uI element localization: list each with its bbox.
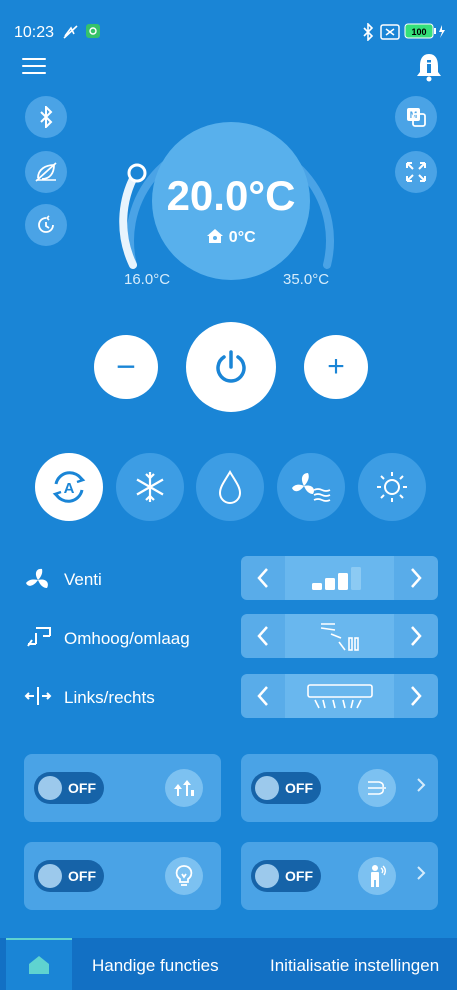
snowflake-icon bbox=[136, 472, 164, 502]
auto-mode-icon: A bbox=[52, 471, 86, 503]
bottom-navigation: Handige functies Initialisatie instellin… bbox=[0, 938, 457, 990]
boost-card: OFF bbox=[24, 754, 221, 822]
indoor-temperature: 0°C bbox=[152, 228, 310, 247]
person-sensor-toggle-state: OFF bbox=[285, 868, 313, 884]
vertical-swing-icon bbox=[26, 624, 52, 655]
fan-mode-icon bbox=[292, 473, 331, 502]
airflow-chevron-icon bbox=[416, 777, 426, 798]
max-temperature: 35.0°C bbox=[283, 271, 330, 288]
hamburger-menu-button[interactable] bbox=[22, 58, 46, 76]
horizontal-swing-next-button[interactable] bbox=[394, 674, 438, 718]
boost-toggle[interactable]: OFF bbox=[34, 772, 104, 804]
bluetooth-status-icon bbox=[362, 22, 374, 44]
fan-speed-next-button[interactable] bbox=[394, 556, 438, 600]
person-sensor-icon bbox=[358, 857, 396, 895]
boost-toggle-state: OFF bbox=[68, 780, 96, 796]
status-time: 10:23 bbox=[14, 24, 55, 41]
person-sensor-toggle[interactable]: OFF bbox=[251, 860, 321, 892]
horizontal-swing-label: Links/rechts bbox=[64, 688, 155, 707]
power-button[interactable] bbox=[186, 322, 276, 412]
light-toggle[interactable]: OFF bbox=[34, 860, 104, 892]
increase-button[interactable]: + bbox=[304, 335, 368, 399]
fan-speed-prev-button[interactable] bbox=[241, 556, 285, 600]
expand-button[interactable] bbox=[395, 151, 437, 193]
vertical-swing-next-button[interactable] bbox=[394, 614, 438, 658]
tab-handige-functies[interactable]: Handige functies bbox=[92, 956, 219, 976]
indoor-temp-value: 0°C bbox=[228, 229, 256, 246]
mode-auto-button[interactable]: A bbox=[35, 453, 103, 521]
home-icon bbox=[207, 229, 224, 243]
airflow-icon bbox=[358, 769, 396, 807]
timer-button[interactable] bbox=[25, 204, 67, 246]
airflow-toggle-state: OFF bbox=[285, 780, 313, 796]
horizontal-swing-indicator bbox=[285, 674, 394, 718]
sun-icon bbox=[377, 472, 407, 502]
mute-icon bbox=[62, 24, 80, 43]
water-drop-icon bbox=[218, 470, 242, 504]
no-sim-icon bbox=[380, 24, 400, 43]
home-tab-icon bbox=[29, 956, 49, 974]
power-icon bbox=[216, 350, 246, 383]
set-temperature: 20.0°C bbox=[166, 172, 296, 219]
fan-speed-indicator bbox=[285, 556, 394, 600]
airflow-card[interactable]: OFF bbox=[241, 754, 438, 822]
vertical-swing-prev-button[interactable] bbox=[241, 614, 285, 658]
fan-speed-control bbox=[241, 556, 438, 600]
vertical-swing-control bbox=[241, 614, 438, 658]
app-notification-icon bbox=[86, 24, 100, 41]
bell-info-icon[interactable] bbox=[416, 52, 442, 82]
mode-cool-button[interactable] bbox=[116, 453, 184, 521]
svg-text:A: A bbox=[64, 480, 75, 497]
person-sensor-card[interactable]: OFF bbox=[241, 842, 438, 910]
tab-home[interactable] bbox=[6, 938, 72, 990]
dial-handle[interactable] bbox=[127, 163, 147, 183]
fan-speed-label: Venti bbox=[64, 570, 102, 589]
mode-heat-button[interactable] bbox=[358, 453, 426, 521]
fan-speed-icon bbox=[24, 566, 52, 599]
airflow-toggle[interactable]: OFF bbox=[251, 772, 321, 804]
horizontal-swing-prev-button[interactable] bbox=[241, 674, 285, 718]
person-sensor-chevron-icon bbox=[416, 865, 426, 886]
light-card: OFF bbox=[24, 842, 221, 910]
mode-fan-button[interactable] bbox=[277, 453, 345, 521]
boost-arrows-icon bbox=[165, 769, 203, 807]
vertical-swing-label: Omhoog/omlaag bbox=[64, 629, 190, 648]
battery-icon: 100 bbox=[404, 22, 448, 43]
m-mode-button[interactable]: M bbox=[395, 96, 437, 138]
svg-text:100: 100 bbox=[411, 27, 426, 37]
horizontal-swing-control bbox=[241, 674, 438, 718]
horizontal-swing-icon bbox=[24, 685, 52, 712]
tab-initialisatie-instellingen[interactable]: Initialisatie instellingen bbox=[270, 956, 439, 976]
mode-dry-button[interactable] bbox=[196, 453, 264, 521]
bluetooth-button[interactable] bbox=[25, 96, 67, 138]
eco-off-button[interactable] bbox=[25, 151, 67, 193]
light-bulb-icon bbox=[165, 857, 203, 895]
status-bar: 10:23 100 bbox=[0, 0, 457, 56]
min-temperature: 16.0°C bbox=[124, 271, 171, 288]
light-toggle-state: OFF bbox=[68, 868, 96, 884]
vertical-swing-indicator bbox=[285, 614, 394, 658]
decrease-button[interactable]: − bbox=[94, 335, 158, 399]
